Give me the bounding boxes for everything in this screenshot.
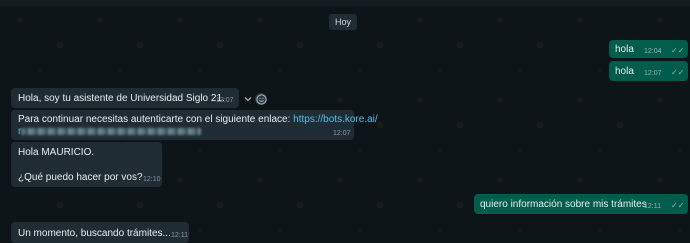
read-receipt-icon: ✓✓ — [671, 201, 685, 210]
message-time: 12:07 — [644, 70, 662, 77]
incoming-message[interactable]: Hola MAURICIO. ¿Qué puedo hacer por vos?… — [11, 142, 162, 187]
message-time: 12:11 — [644, 203, 661, 210]
message-actions — [244, 92, 267, 106]
read-receipt-icon: ✓✓ — [671, 46, 685, 55]
previous-message-edge — [0, 0, 690, 6]
message-text: hola — [615, 44, 634, 55]
message-text-line: ¿Qué puedo hacer por vos? — [18, 172, 143, 183]
date-separator: Hoy — [329, 14, 357, 30]
auth-link-continued[interactable]: r — [18, 125, 202, 138]
smiley-icon[interactable] — [255, 93, 267, 105]
message-text: Hola, soy tu asistente de Universidad Si… — [18, 93, 225, 104]
message-time: 12:10 — [143, 176, 161, 183]
incoming-message[interactable]: Para continuar necesitas autenticarte co… — [11, 110, 378, 140]
message-text: Un momento, buscando trámites... — [18, 228, 171, 239]
message-text: quiero información sobre mis trámites — [480, 199, 647, 210]
message-time: 12:04 — [644, 48, 662, 55]
message-time: 12:11 — [171, 232, 188, 239]
read-receipt-icon: ✓✓ — [671, 68, 685, 77]
message-time: 12:07 — [216, 97, 234, 104]
auth-link[interactable]: https://bots.kore.ai/ — [293, 114, 378, 125]
message-text-line: Hola MAURICIO. — [18, 147, 95, 158]
incoming-message[interactable]: Un momento, buscando trámites... 12:11 — [11, 222, 189, 243]
outgoing-message[interactable]: quiero información sobre mis trámites 12… — [474, 194, 688, 214]
outgoing-message[interactable]: hola 12:07 ✓✓ — [609, 61, 688, 81]
redacted-link-text — [21, 127, 202, 135]
message-text: hola — [615, 66, 634, 77]
incoming-message[interactable]: Hola, soy tu asistente de Universidad Si… — [11, 88, 239, 108]
outgoing-message[interactable]: hola 12:04 ✓✓ — [609, 40, 688, 58]
message-time: 12:07 — [333, 130, 351, 137]
chevron-down-icon[interactable] — [244, 95, 252, 103]
